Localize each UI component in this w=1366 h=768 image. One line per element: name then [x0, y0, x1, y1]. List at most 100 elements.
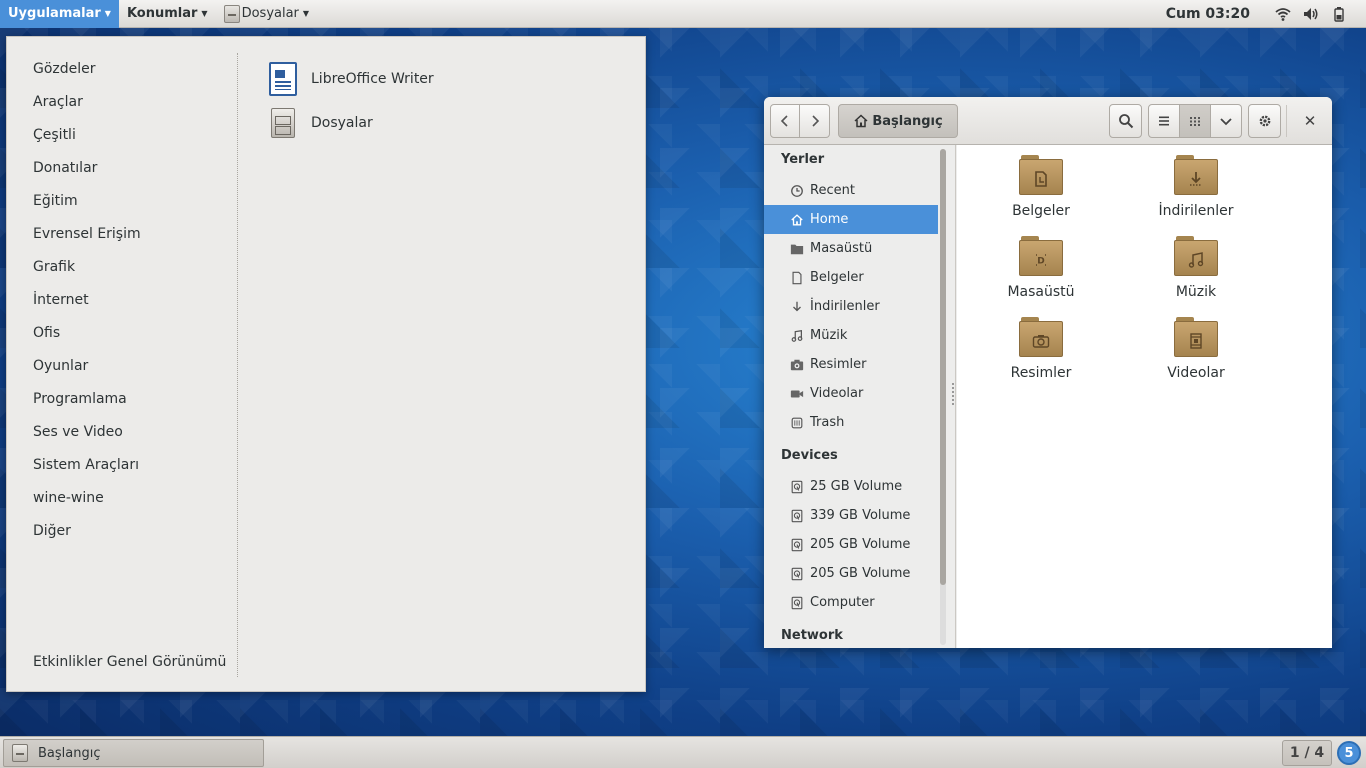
category-item[interactable]: Araçlar	[33, 91, 233, 124]
drive-icon	[789, 595, 804, 610]
sidebar-item-i-ndirilenler[interactable]: İndirilenler	[764, 292, 938, 321]
folder-item[interactable]: Belgeler	[981, 155, 1101, 219]
workspace-indicator[interactable]: 1 / 4	[1282, 740, 1332, 766]
battery-icon[interactable]	[1330, 5, 1348, 23]
close-button[interactable]: ✕	[1298, 109, 1322, 133]
gear-icon	[1259, 115, 1270, 127]
files-cabinet-icon	[271, 108, 295, 138]
folder-icon	[1019, 155, 1063, 195]
app-list: LibreOffice Writer Dosyalar	[269, 57, 434, 145]
category-item[interactable]: Programlama	[33, 388, 233, 421]
category-item[interactable]: Grafik	[33, 256, 233, 289]
category-item[interactable]: Gözdeler	[33, 58, 233, 91]
folder-label: Resimler	[1010, 365, 1072, 381]
volume-icon[interactable]	[1302, 5, 1320, 23]
sidebar-item-label: Müzik	[810, 328, 848, 343]
sidebar-item-device[interactable]: 25 GB Volume	[764, 472, 938, 501]
category-item[interactable]: wine-wine	[33, 487, 233, 520]
sidebar-heading-network: Network	[781, 628, 843, 643]
sidebar-item-home[interactable]: Home	[764, 205, 938, 234]
sidebar-item-recent[interactable]: Recent	[764, 176, 938, 205]
download-emblem-icon	[1186, 169, 1206, 189]
category-item[interactable]: Ses ve Video	[33, 421, 233, 454]
folder-item[interactable]: Müzik	[1136, 236, 1256, 300]
drive-icon	[789, 479, 804, 494]
view-options-button[interactable]	[1211, 104, 1242, 138]
category-item[interactable]: Çeşitli	[33, 124, 233, 157]
pane-resize-handle[interactable]	[952, 383, 954, 405]
sidebar-heading-places: Yerler	[781, 152, 825, 167]
app-item-libreoffice-writer[interactable]: LibreOffice Writer	[269, 57, 434, 101]
activities-overview-item[interactable]: Etkinlikler Genel Görünümü	[33, 654, 226, 670]
category-item[interactable]: Evrensel Erişim	[33, 223, 233, 256]
sidebar-item-label: Resimler	[810, 357, 867, 372]
applications-menu-button[interactable]: Uygulamalar ▼	[0, 0, 119, 28]
window-list-item[interactable]: Başlangıç	[3, 739, 264, 767]
app-menu-label: Dosyalar	[241, 6, 299, 21]
sidebar-item-device[interactable]: 205 GB Volume	[764, 559, 938, 588]
category-item[interactable]: Donatılar	[33, 157, 233, 190]
category-item[interactable]: Eğitim	[33, 190, 233, 223]
document-icon	[789, 270, 804, 285]
sidebar-item-label: İndirilenler	[810, 299, 880, 314]
sidebar-item-device[interactable]: 339 GB Volume	[764, 501, 938, 530]
sidebar-item-label: 205 GB Volume	[810, 537, 911, 552]
app-item-files[interactable]: Dosyalar	[269, 101, 434, 145]
folder-item[interactable]: İndirilenler	[1136, 155, 1256, 219]
bottom-bar: Başlangıç 1 / 4 5	[0, 736, 1366, 768]
list-view-icon	[1159, 116, 1169, 126]
files-window: Başlangıç ✕ Yerler Recent Home Masaüstü Belg…	[764, 97, 1332, 648]
sidebar-item-masa-st-[interactable]: Masaüstü	[764, 234, 938, 263]
sidebar-item-label: Recent	[810, 183, 855, 198]
chevron-down-icon	[1220, 118, 1232, 126]
app-menu-button[interactable]: Dosyalar ▼	[216, 0, 317, 28]
forward-button[interactable]	[800, 104, 830, 138]
files-app-icon	[12, 744, 28, 762]
sidebar-item-device[interactable]: Computer	[764, 588, 938, 617]
folder-label: Videolar	[1167, 365, 1225, 381]
sidebar-item-trash[interactable]: Trash	[764, 408, 938, 437]
category-item[interactable]: Oyunlar	[33, 355, 233, 388]
camera-emblem-icon	[1031, 331, 1051, 351]
folder-item[interactable]: Resimler	[981, 317, 1101, 381]
header-separator	[1286, 105, 1287, 137]
music-icon	[789, 328, 804, 343]
sidebar-item-belgeler[interactable]: Belgeler	[764, 263, 938, 292]
category-item[interactable]: Sistem Araçları	[33, 454, 233, 487]
category-item[interactable]: Ofis	[33, 322, 233, 355]
folder-item[interactable]: D Masaüstü	[981, 236, 1101, 300]
sidebar-item-m-zik[interactable]: Müzik	[764, 321, 938, 350]
category-item[interactable]: İnternet	[33, 289, 233, 322]
wifi-icon[interactable]	[1274, 5, 1292, 23]
list-view-button[interactable]	[1148, 104, 1180, 138]
sidebar-item-resimler[interactable]: Resimler	[764, 350, 938, 379]
folder-icon	[1174, 155, 1218, 195]
chevron-down-icon: ▼	[104, 9, 111, 18]
drive-icon	[789, 537, 804, 552]
download-icon	[789, 299, 804, 314]
places-menu-button[interactable]: Konumlar ▼	[119, 0, 216, 28]
category-list: Gözdeler Araçlar Çeşitli Donatılar Eğitim Evr…	[33, 58, 233, 553]
chevron-right-icon	[811, 115, 819, 127]
grid-view-button[interactable]	[1180, 104, 1211, 138]
back-button[interactable]	[770, 104, 800, 138]
chevron-left-icon	[780, 115, 788, 127]
chevron-down-icon: ▼	[201, 9, 208, 18]
folder-label: Müzik	[1175, 284, 1217, 300]
sidebar-scrollbar[interactable]	[940, 149, 946, 645]
folder-icon	[1174, 317, 1218, 357]
drive-icon	[789, 566, 804, 581]
sidebar-item-device[interactable]: 205 GB Volume	[764, 530, 938, 559]
settings-button[interactable]	[1248, 104, 1281, 138]
search-button[interactable]	[1109, 104, 1142, 138]
menu-divider	[237, 53, 238, 677]
path-bar-label: Başlangıç	[872, 113, 943, 129]
path-bar-home-button[interactable]: Başlangıç	[838, 104, 958, 138]
sidebar-item-label: 205 GB Volume	[810, 566, 911, 581]
category-item[interactable]: Diğer	[33, 520, 233, 553]
sidebar-item-videolar[interactable]: Videolar	[764, 379, 938, 408]
libreoffice-writer-icon	[269, 62, 297, 96]
notification-badge[interactable]: 5	[1337, 741, 1361, 765]
folder-item[interactable]: Videolar	[1136, 317, 1256, 381]
clock[interactable]: Cum 03:20	[1166, 6, 1250, 22]
